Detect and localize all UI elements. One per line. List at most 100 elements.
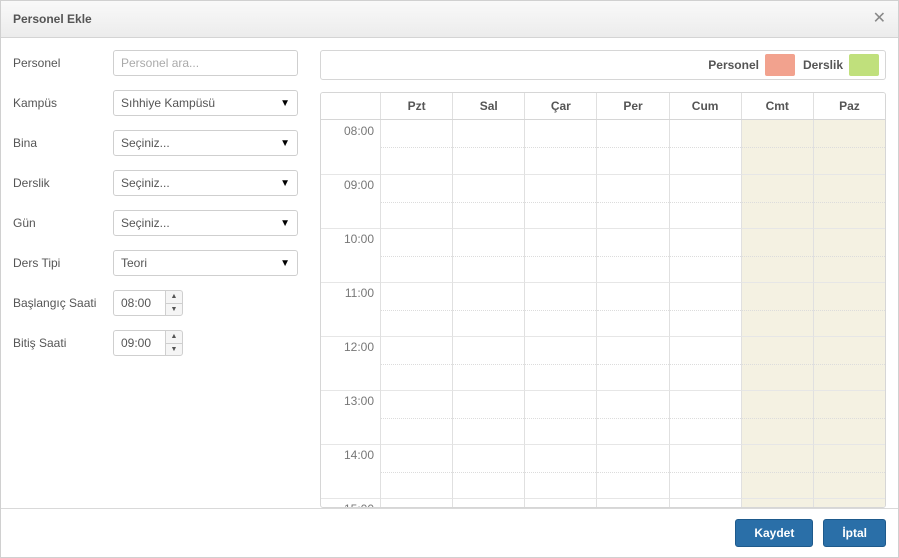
row-derslik: Derslik Seçiniz... ▼ [13,170,298,196]
hour-label: 09:00 [321,174,381,228]
calendar-cell[interactable] [525,228,597,282]
calendar-cell[interactable] [814,336,885,390]
calendar-cell[interactable] [453,120,525,174]
calendar-cell[interactable] [814,444,885,498]
calendar-cell[interactable] [381,390,453,444]
bina-select[interactable]: Seçiniz... ▼ [113,130,298,156]
derslik-select[interactable]: Seçiniz... ▼ [113,170,298,196]
calendar-cell[interactable] [597,174,669,228]
calendar-cell[interactable] [814,282,885,336]
calendar-cell[interactable] [525,282,597,336]
calendar-cell[interactable] [525,498,597,507]
day-header: Cum [670,93,742,119]
swatch-personel-icon [765,54,795,76]
calendar-cell[interactable] [814,174,885,228]
gun-select[interactable]: Seçiniz... ▼ [113,210,298,236]
calendar-cell[interactable] [597,120,669,174]
derslik-select-value: Seçiniz... [121,176,274,190]
row-gun: Gün Seçiniz... ▼ [13,210,298,236]
calendar-cell[interactable] [597,336,669,390]
calendar-cell[interactable] [381,444,453,498]
hour-row: 12:00 [321,336,885,390]
save-button[interactable]: Kaydet [735,519,813,547]
baslangic-time-input[interactable] [113,290,165,316]
close-icon[interactable]: ✕ [873,11,886,27]
calendar-cell[interactable] [381,120,453,174]
calendar-cell[interactable] [525,444,597,498]
calendar-cell[interactable] [381,336,453,390]
calendar-cell[interactable] [814,228,885,282]
calendar-cell[interactable] [670,498,742,507]
calendar-cell[interactable] [670,228,742,282]
personel-search-input[interactable] [113,50,298,76]
calendar-cell[interactable] [453,390,525,444]
calendar-cell[interactable] [814,390,885,444]
calendar-cell[interactable] [597,390,669,444]
calendar-cell[interactable] [670,444,742,498]
row-bina: Bina Seçiniz... ▼ [13,130,298,156]
cancel-button[interactable]: İptal [823,519,886,547]
calendar-cell[interactable] [742,228,814,282]
calendar-cell[interactable] [742,336,814,390]
spin-up-icon[interactable]: ▲ [165,330,183,343]
calendar-cell[interactable] [742,390,814,444]
calendar-cell[interactable] [742,120,814,174]
calendar-cell[interactable] [670,174,742,228]
calendar-cell[interactable] [381,228,453,282]
spin-up-icon[interactable]: ▲ [165,290,183,303]
calendar-cell[interactable] [670,336,742,390]
spin-down-icon[interactable]: ▼ [165,303,183,317]
baslangic-time-spinner[interactable]: ▲ ▼ [113,290,183,316]
calendar-cell[interactable] [670,390,742,444]
bitis-time-spinner[interactable]: ▲ ▼ [113,330,183,356]
calendar-time-col-header [321,93,381,119]
form-column: Personel Kampüs Sıhhiye Kampüsü ▼ Bina [13,50,298,508]
calendar-cell[interactable] [453,228,525,282]
row-derstipi: Ders Tipi Teori ▼ [13,250,298,276]
calendar-cell[interactable] [742,444,814,498]
hour-label: 10:00 [321,228,381,282]
calendar-cell[interactable] [670,120,742,174]
hour-label: 08:00 [321,120,381,174]
calendar-cell[interactable] [381,282,453,336]
calendar-cell[interactable] [742,498,814,507]
derstipi-select[interactable]: Teori ▼ [113,250,298,276]
day-header: Per [597,93,669,119]
calendar-cell[interactable] [453,444,525,498]
row-kampus: Kampüs Sıhhiye Kampüsü ▼ [13,90,298,116]
calendar-cell[interactable] [381,498,453,507]
day-header: Sal [453,93,525,119]
legend-personel-label: Personel [708,58,759,72]
calendar-cell[interactable] [525,174,597,228]
calendar-cell[interactable] [453,174,525,228]
calendar-cell[interactable] [597,282,669,336]
calendar-cell[interactable] [453,336,525,390]
kampus-select-value: Sıhhiye Kampüsü [121,96,274,110]
calendar-cell[interactable] [597,498,669,507]
calendar-cell[interactable] [453,282,525,336]
calendar-cell[interactable] [597,228,669,282]
calendar-cell[interactable] [597,444,669,498]
calendar-cell[interactable] [814,120,885,174]
hour-row: 11:00 [321,282,885,336]
calendar-body[interactable]: 08:0009:0010:0011:0012:0013:0014:0015:00… [321,120,885,507]
label-derslik: Derslik [13,176,113,190]
calendar-cell[interactable] [814,498,885,507]
calendar-cell[interactable] [742,174,814,228]
hour-label: 15:00 [321,498,381,507]
bitis-time-input[interactable] [113,330,165,356]
caret-down-icon: ▼ [280,258,290,269]
caret-down-icon: ▼ [280,98,290,109]
calendar-cell[interactable] [453,498,525,507]
calendar-cell[interactable] [742,282,814,336]
calendar-cell[interactable] [525,120,597,174]
calendar-cell[interactable] [670,282,742,336]
derstipi-select-value: Teori [121,256,274,270]
hour-row: 13:00 [321,390,885,444]
kampus-select[interactable]: Sıhhiye Kampüsü ▼ [113,90,298,116]
spin-down-icon[interactable]: ▼ [165,343,183,357]
calendar-cell[interactable] [381,174,453,228]
label-bina: Bina [13,136,113,150]
calendar-cell[interactable] [525,390,597,444]
calendar-cell[interactable] [525,336,597,390]
